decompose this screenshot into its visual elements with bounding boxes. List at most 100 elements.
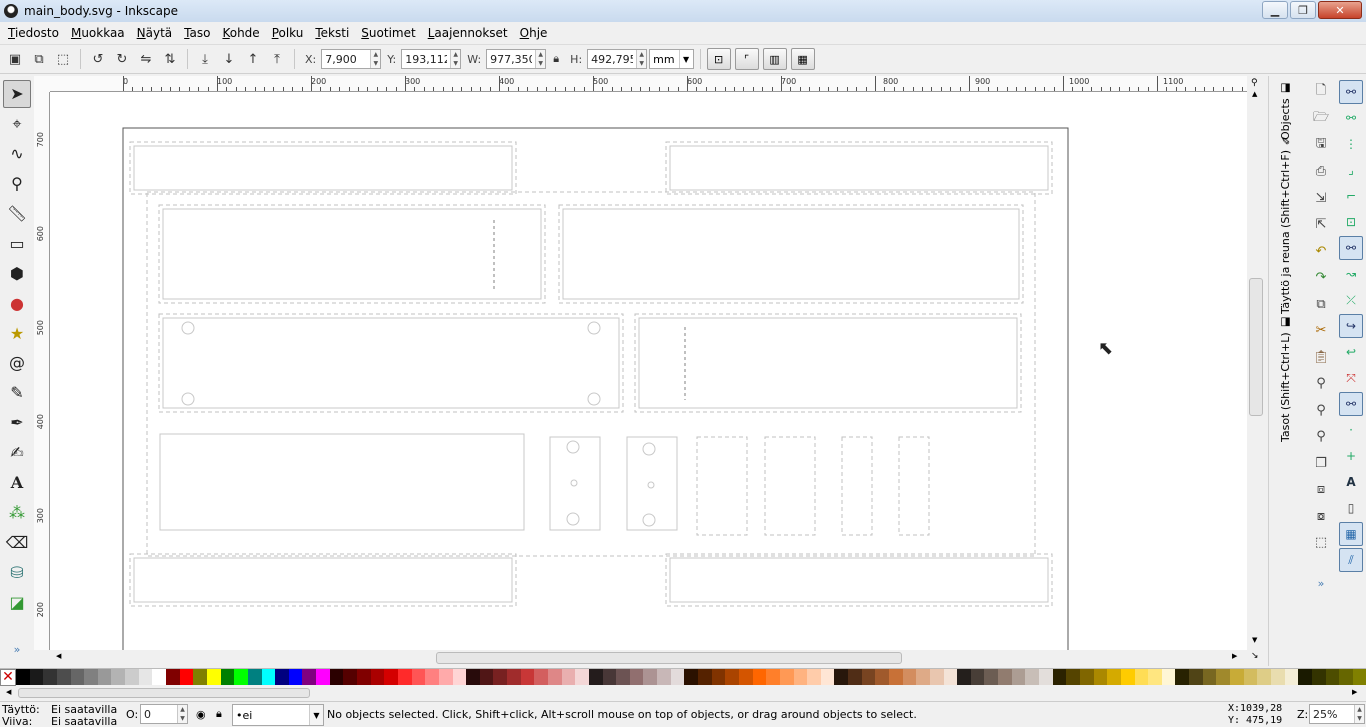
- color-swatch[interactable]: [193, 669, 207, 685]
- color-swatch[interactable]: [302, 669, 317, 685]
- unit-select[interactable]: mm ▼: [649, 49, 694, 69]
- x-spinbox[interactable]: ▲▼: [321, 49, 382, 69]
- cut-icon[interactable]: ✂: [1309, 319, 1333, 343]
- raise-to-top-icon[interactable]: ⤒: [266, 48, 288, 70]
- print-icon[interactable]: ⎙: [1309, 160, 1333, 184]
- spiral-tool-icon[interactable]: @: [3, 349, 31, 377]
- color-swatch[interactable]: [425, 669, 439, 685]
- snap-others-icon[interactable]: ⚯: [1339, 392, 1363, 416]
- group-icon[interactable]: ⬚: [1309, 531, 1333, 555]
- color-swatch[interactable]: [152, 669, 167, 685]
- tab-fill-stroke[interactable]: Täyttö ja reuna (Shift+Ctrl+F) ✎: [1279, 134, 1292, 314]
- tweak-tool-icon[interactable]: ∿: [3, 140, 31, 168]
- menu-laajennokset[interactable]: Laajennokset: [422, 26, 514, 40]
- snap-page-border-icon[interactable]: ▯: [1339, 496, 1363, 520]
- node-tool-icon[interactable]: ⌖: [3, 110, 31, 138]
- menu-suotimet[interactable]: Suotimet: [355, 26, 421, 40]
- color-swatch[interactable]: [357, 669, 371, 685]
- snap-rotation-center-icon[interactable]: +: [1339, 444, 1363, 468]
- color-swatch[interactable]: [1066, 669, 1080, 685]
- zoom-field[interactable]: [1310, 705, 1354, 723]
- color-swatch[interactable]: [657, 669, 671, 685]
- color-swatch[interactable]: [1311, 669, 1326, 685]
- color-swatch[interactable]: [820, 669, 835, 685]
- spin-arrows-icon[interactable]: ▲ ▼: [450, 50, 461, 68]
- flip-vertical-icon[interactable]: ⇅: [159, 48, 181, 70]
- y-spinbox[interactable]: ▲▼: [401, 49, 462, 69]
- color-swatch[interactable]: [220, 669, 235, 685]
- color-swatch[interactable]: [1230, 669, 1244, 685]
- snap-nodes-icon[interactable]: ⚯: [1339, 236, 1363, 260]
- paste-icon[interactable]: 📋︎: [1309, 345, 1333, 369]
- color-swatch[interactable]: [998, 669, 1012, 685]
- color-swatch[interactable]: [507, 669, 521, 685]
- color-swatch[interactable]: [875, 669, 889, 685]
- lower-to-bottom-icon[interactable]: ⤓: [194, 48, 216, 70]
- color-swatch[interactable]: [916, 669, 930, 685]
- color-swatch[interactable]: [1325, 669, 1340, 685]
- color-swatch[interactable]: [70, 669, 85, 685]
- snap-corner-icon[interactable]: ↘: [1251, 651, 1259, 661]
- horizontal-scrollbar[interactable]: ◀ ▶: [50, 650, 1247, 666]
- zoom-corner-icon[interactable]: ⚲: [1251, 78, 1258, 88]
- color-swatch[interactable]: [125, 669, 139, 685]
- color-swatch[interactable]: [848, 669, 862, 685]
- snap-guide-icon[interactable]: ⫽: [1339, 548, 1363, 572]
- color-swatch[interactable]: [411, 669, 426, 685]
- color-swatch[interactable]: [370, 669, 385, 685]
- spin-arrows-icon[interactable]: ▲ ▼: [177, 705, 187, 723]
- gradient-tool-icon[interactable]: ◪: [3, 588, 31, 616]
- height-field[interactable]: [588, 50, 637, 68]
- zoom-tool-icon[interactable]: ⚲: [3, 170, 31, 198]
- zoom-selection-icon[interactable]: ⚲: [1309, 372, 1333, 396]
- pen-tool-icon[interactable]: ✒: [3, 409, 31, 437]
- menu-taso[interactable]: Taso: [178, 26, 216, 40]
- color-swatch[interactable]: [984, 669, 999, 685]
- color-swatch[interactable]: [138, 669, 153, 685]
- color-swatch[interactable]: [261, 669, 276, 685]
- color-swatch[interactable]: [1052, 669, 1067, 685]
- zoom-drawing-icon[interactable]: ⚲: [1309, 398, 1333, 422]
- color-swatch[interactable]: [84, 669, 98, 685]
- flip-horizontal-icon[interactable]: ⇋: [135, 48, 157, 70]
- spin-arrows-icon[interactable]: ▲ ▼: [636, 50, 647, 68]
- horizontal-ruler[interactable]: 0 100 200 300 400 500 600 700 800 900 10…: [50, 76, 1256, 92]
- calligraphy-tool-icon[interactable]: ✍: [3, 439, 31, 467]
- color-swatch[interactable]: [807, 669, 821, 685]
- color-swatch[interactable]: [1202, 669, 1217, 685]
- scroll-up-icon[interactable]: ▲: [1252, 90, 1257, 98]
- snap-line-midpoint-icon[interactable]: ↩: [1339, 340, 1363, 364]
- color-swatch[interactable]: [16, 669, 30, 685]
- color-swatch[interactable]: [1175, 669, 1190, 685]
- color-swatch[interactable]: [834, 669, 849, 685]
- color-swatch[interactable]: [534, 669, 548, 685]
- 3d-box-tool-icon[interactable]: ⬢: [3, 259, 31, 287]
- color-swatch[interactable]: [957, 669, 971, 685]
- opacity-field[interactable]: [141, 705, 177, 723]
- color-swatch[interactable]: [1257, 669, 1271, 685]
- color-swatch[interactable]: [275, 669, 289, 685]
- zoom-spinbox[interactable]: ▲▼: [1309, 704, 1365, 724]
- snap-path-icon[interactable]: ↝: [1339, 262, 1363, 286]
- color-swatch[interactable]: [1216, 669, 1231, 685]
- snap-center-icon[interactable]: ·: [1339, 418, 1363, 442]
- color-swatch[interactable]: [29, 669, 44, 685]
- color-swatch[interactable]: [247, 669, 262, 685]
- color-swatch[interactable]: [384, 669, 398, 685]
- color-swatch[interactable]: [1243, 669, 1258, 685]
- selector-tool-icon[interactable]: ➤: [3, 80, 31, 108]
- snap-bbox-edge-icon[interactable]: ⋮: [1339, 132, 1363, 156]
- scroll-left-icon[interactable]: ◀: [6, 688, 11, 696]
- rotate-cw-icon[interactable]: ↻: [111, 48, 133, 70]
- color-swatch[interactable]: [288, 669, 303, 685]
- color-swatch[interactable]: [547, 669, 562, 685]
- redo-icon[interactable]: ↷: [1309, 266, 1333, 290]
- minimize-button[interactable]: ▁: [1262, 1, 1288, 19]
- color-swatch[interactable]: [438, 669, 453, 685]
- spin-arrows-icon[interactable]: ▲ ▼: [370, 50, 381, 68]
- color-swatch[interactable]: [1134, 669, 1149, 685]
- no-paint-swatch[interactable]: ✕: [0, 669, 16, 686]
- color-swatch[interactable]: [943, 669, 958, 685]
- maximize-button[interactable]: ❐: [1290, 1, 1316, 19]
- color-swatch[interactable]: [970, 669, 985, 685]
